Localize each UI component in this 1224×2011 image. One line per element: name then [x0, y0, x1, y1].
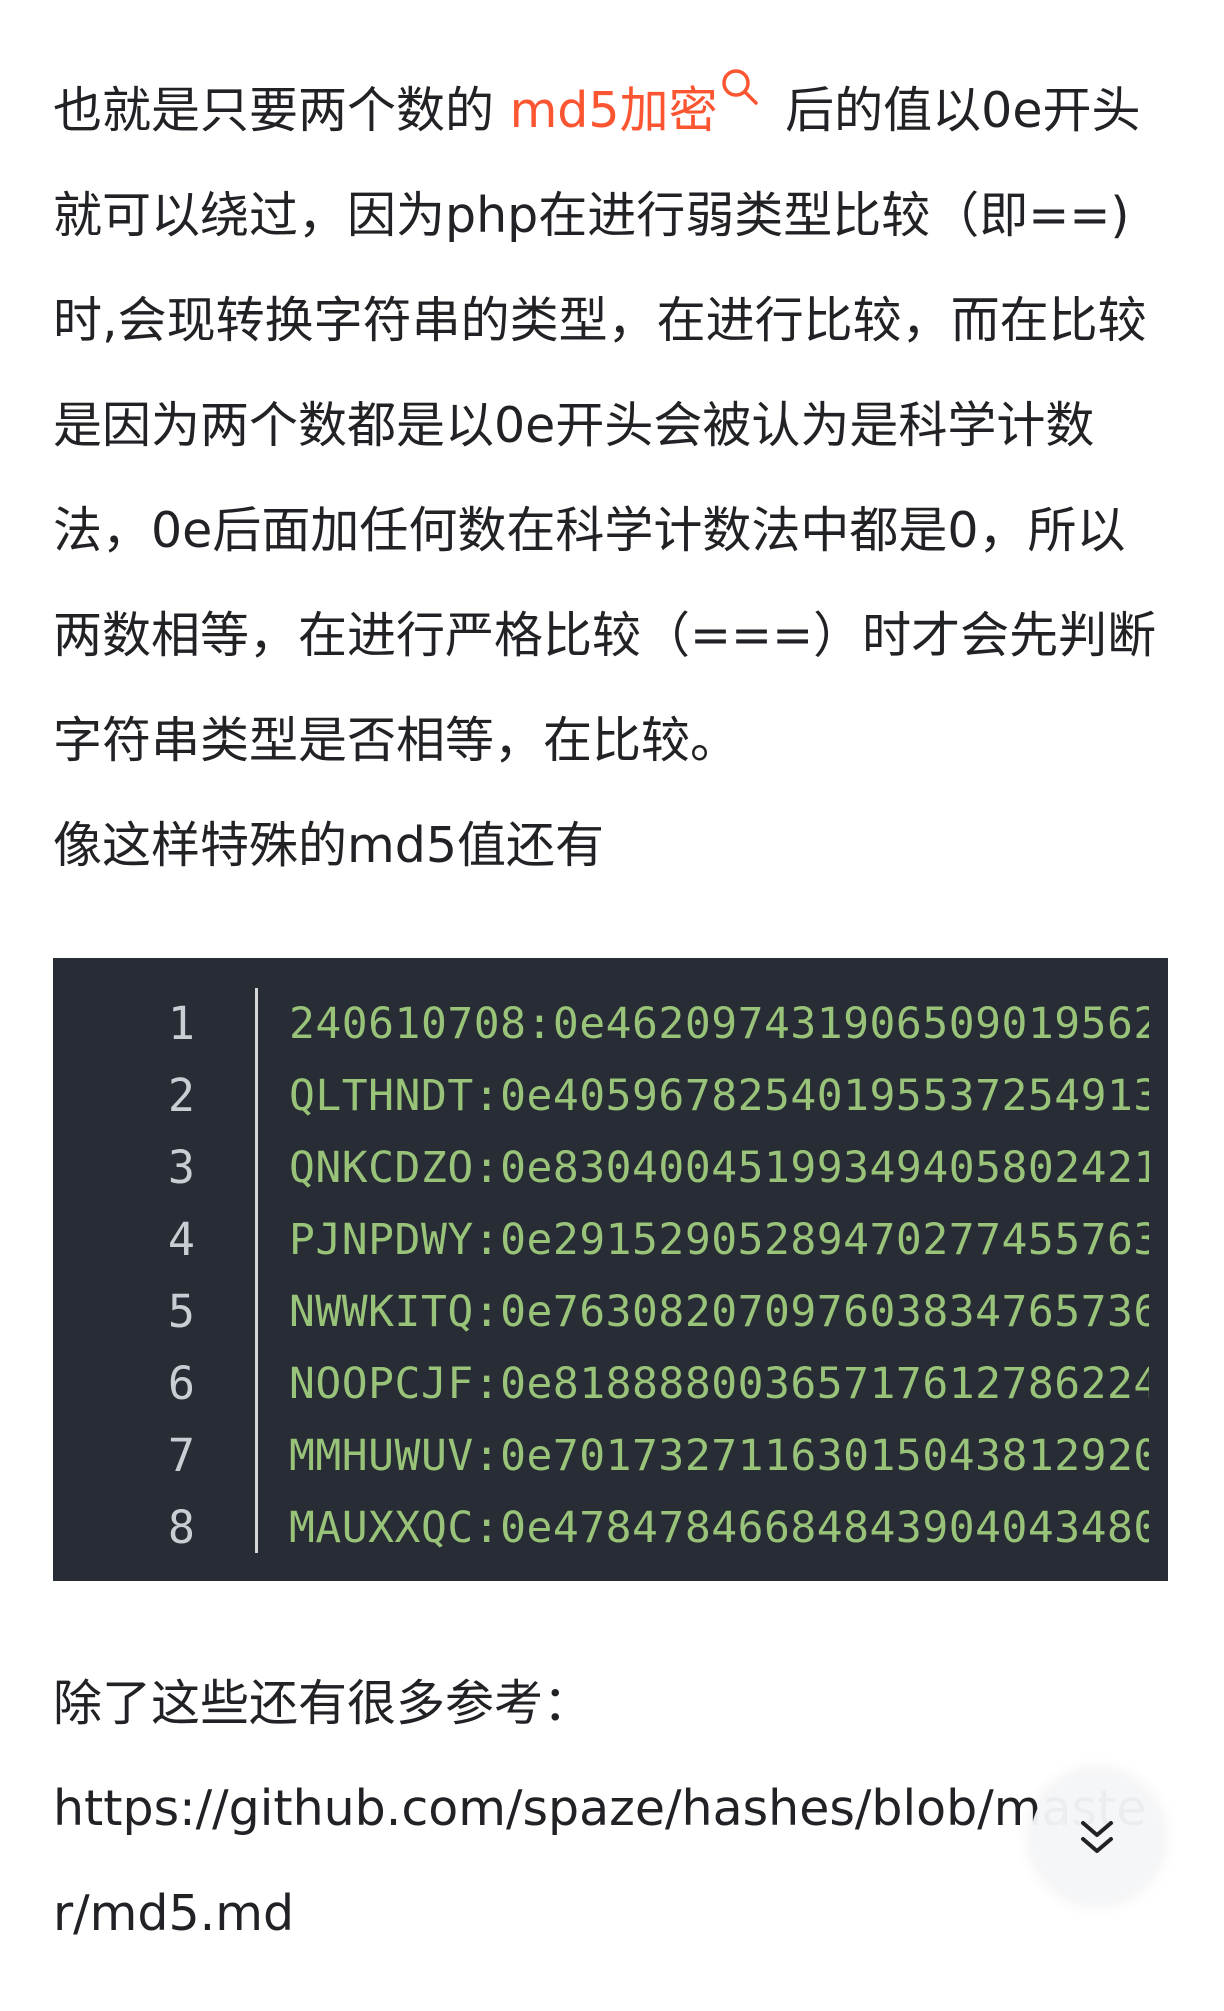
line-number: 5 [167, 1285, 195, 1338]
code-line[interactable]: QLTHNDT:0e405967825401955372549139051580 [289, 1060, 1149, 1132]
code-line[interactable]: MMHUWUV:0e701732711630150438129209816536 [289, 1420, 1149, 1492]
paragraph-rest: 后的值以0e开头就可以绕过，因为php在进行弱类型比较（即==)时,会现转换字符… [53, 82, 1157, 769]
line-number-gutter: 1 2 3 4 5 6 7 8 [53, 988, 258, 1554]
line-number: 8 [167, 1501, 195, 1554]
line-number: 3 [167, 1141, 195, 1194]
line-number: 1 [167, 997, 195, 1050]
code-line[interactable]: PJNPDWY:0e291529052894702774557631701704 [289, 1204, 1149, 1276]
paragraph-lead: 也就是只要两个数的 [53, 82, 510, 139]
code-line[interactable]: NWWKITQ:0e763082070976038347657360817689 [289, 1276, 1149, 1348]
search-icon[interactable] [718, 65, 762, 109]
code-line[interactable]: MAUXXQC:0e478478466848439040434801845361 [289, 1492, 1149, 1564]
article-body: 也就是只要两个数的 md5加密 后的值以0e开头就可以绕过，因为php在进行弱类… [53, 58, 1171, 898]
line-number: 7 [167, 1429, 195, 1482]
code-line[interactable]: NOOPCJF:0e818888003657176127862245791911 [289, 1348, 1149, 1420]
code-line[interactable]: 240610708:0e4620974319065090195629887368… [289, 988, 1149, 1060]
references-label: 除了这些还有很多参考： [53, 1675, 593, 1732]
code-block[interactable]: 1 2 3 4 5 6 7 8 240610708:0e4620974319065090195… [53, 958, 1168, 1581]
intro-line: 像这样特殊的md5值还有 [53, 817, 605, 874]
code-line[interactable]: QNKCDZO:0e830400451993494058024219903391 [289, 1132, 1149, 1204]
keyword-text[interactable]: md5加密 [510, 82, 718, 139]
line-number: 6 [167, 1357, 195, 1410]
references-section: 除了这些还有很多参考： https://github.com/spaze/has… [53, 1651, 1171, 1966]
line-number: 4 [167, 1213, 195, 1266]
explanation-paragraph: 也就是只要两个数的 md5加密 后的值以0e开头就可以绕过，因为php在进行弱类… [53, 58, 1171, 793]
line-number: 2 [167, 1069, 195, 1122]
code-content[interactable]: 240610708:0e4620974319065090195629887368… [289, 988, 1149, 1564]
double-chevron-down-icon [1081, 1821, 1113, 1853]
reference-link[interactable]: https://github.com/spaze/hashes/blob/mas… [53, 1756, 1171, 1966]
scroll-down-button[interactable] [1031, 1771, 1163, 1903]
keyword-search-link[interactable]: md5加密 [510, 69, 770, 139]
